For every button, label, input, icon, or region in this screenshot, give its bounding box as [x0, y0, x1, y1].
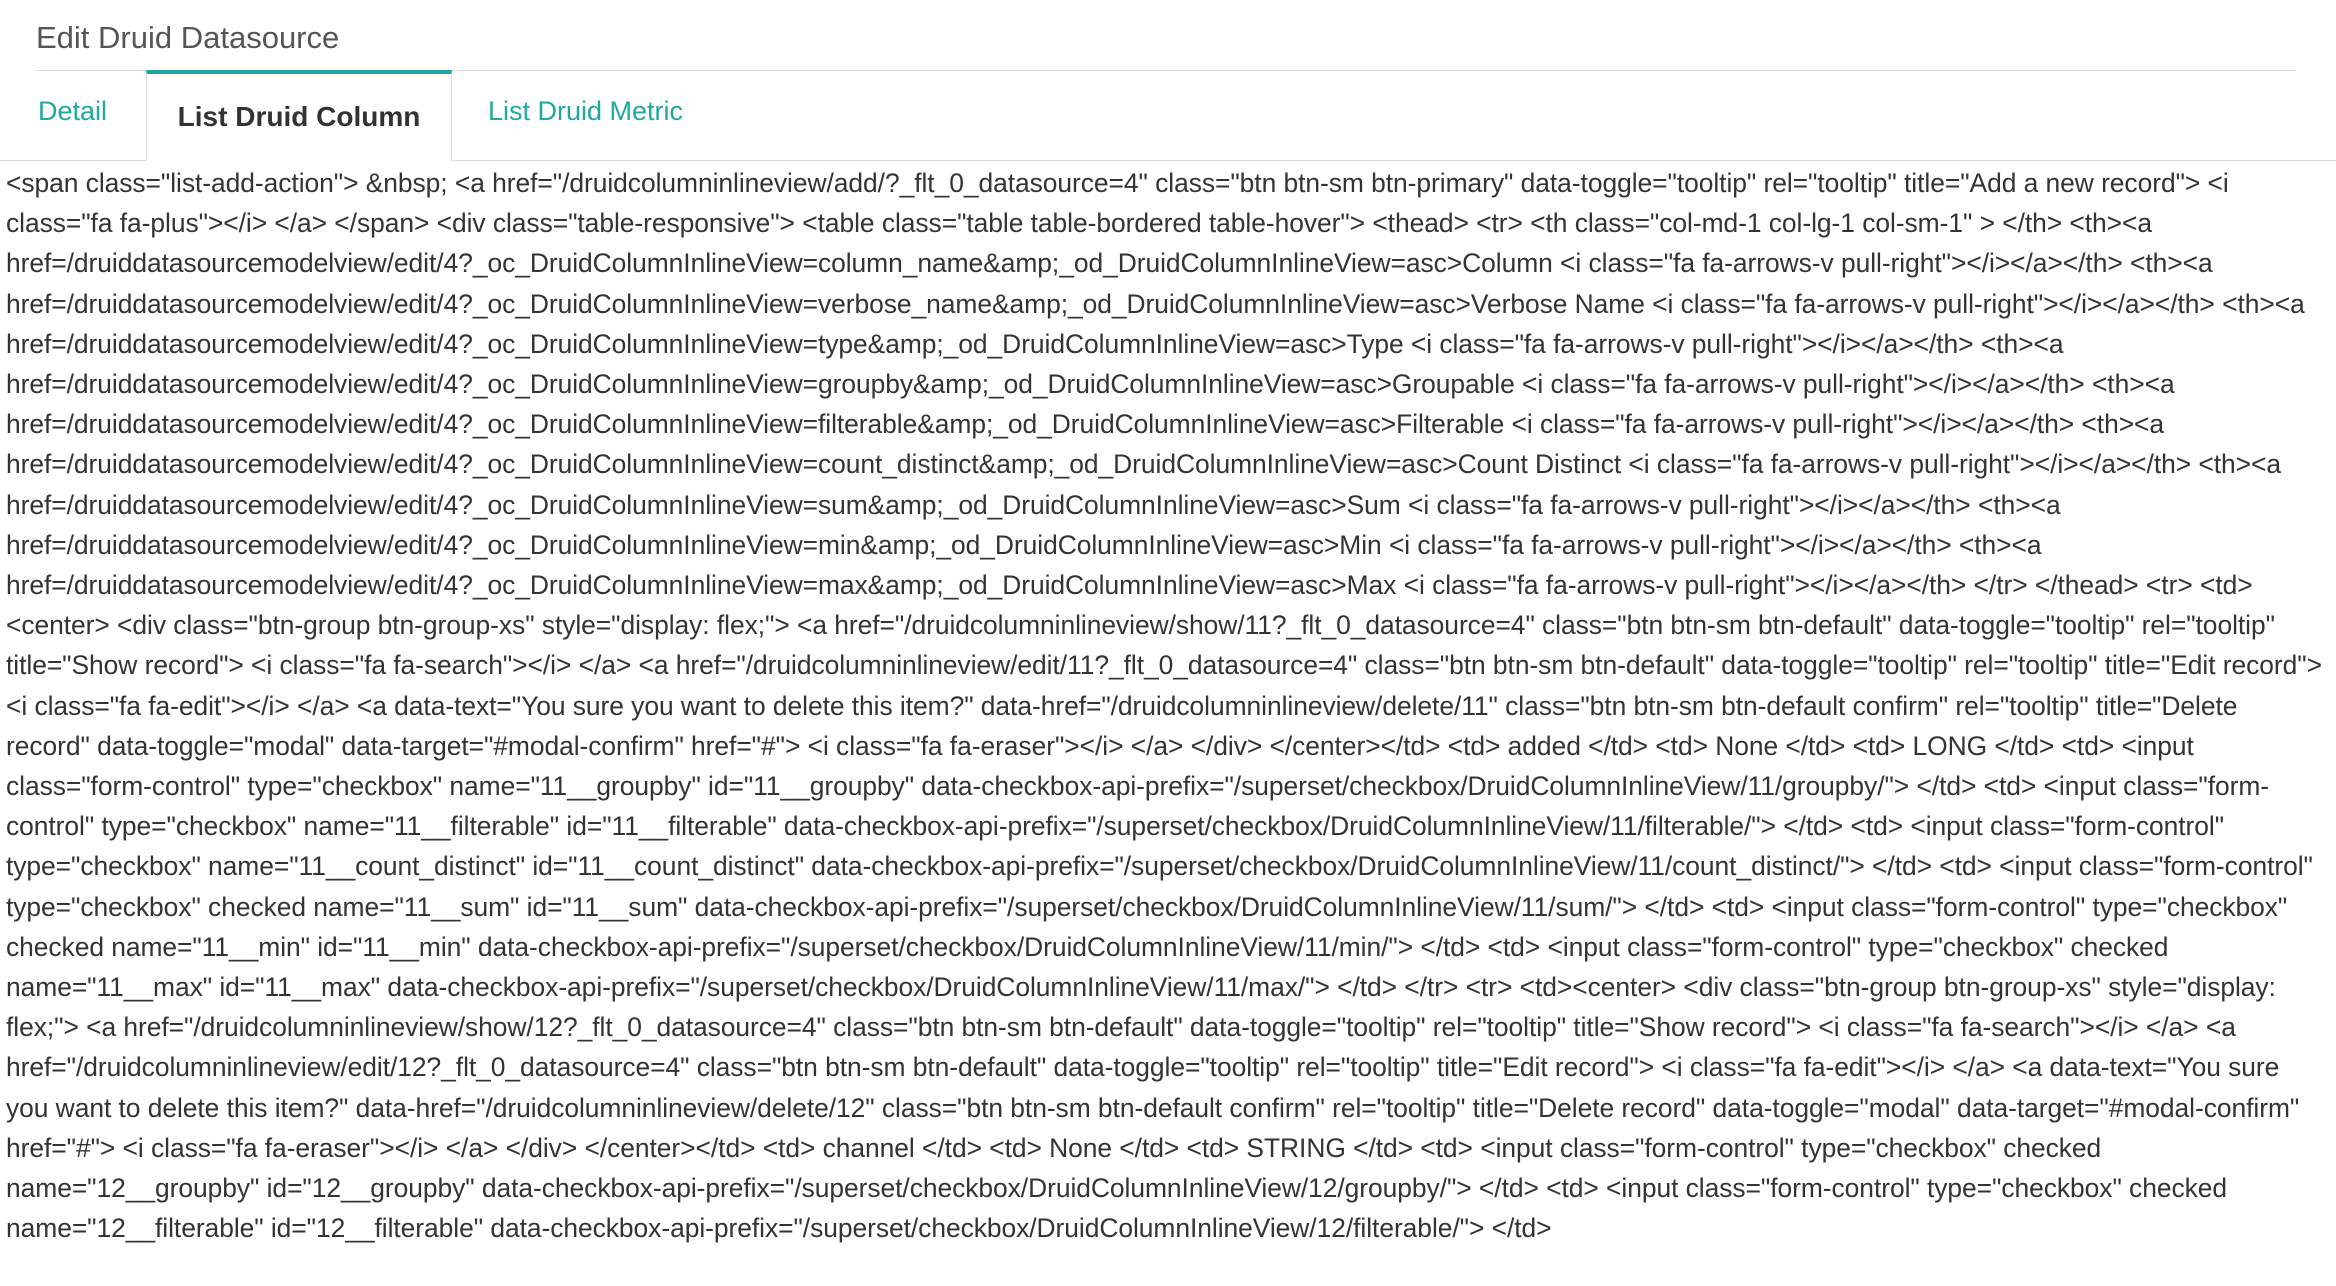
raw-html-text-content: <span class="list-add-action"> &nbsp; <a… [6, 168, 2322, 1244]
tab-bar: Detail List Druid Column List Druid Metr… [0, 70, 2336, 162]
tab-list-druid-column[interactable]: List Druid Column [146, 70, 452, 162]
tab-list-druid-metric[interactable]: List Druid Metric [488, 66, 708, 157]
tab-detail[interactable]: Detail [38, 66, 148, 157]
page-title: Edit Druid Datasource [36, 20, 340, 55]
page-header: Edit Druid Datasource [36, 0, 2296, 71]
